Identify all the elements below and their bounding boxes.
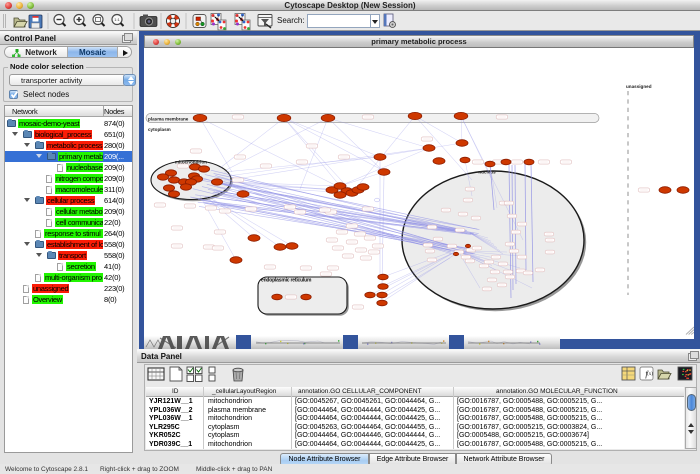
- svg-text:cytoplasm: cytoplasm: [148, 127, 171, 132]
- svg-text:mitochondrion: mitochondrion: [175, 160, 207, 165]
- svg-text:endoplasmic reticulum: endoplasmic reticulum: [261, 278, 312, 284]
- svg-text:plasma membrane: plasma membrane: [148, 116, 189, 121]
- svg-text:unassigned: unassigned: [626, 84, 652, 89]
- svg-text:1:1: 1:1: [114, 17, 120, 22]
